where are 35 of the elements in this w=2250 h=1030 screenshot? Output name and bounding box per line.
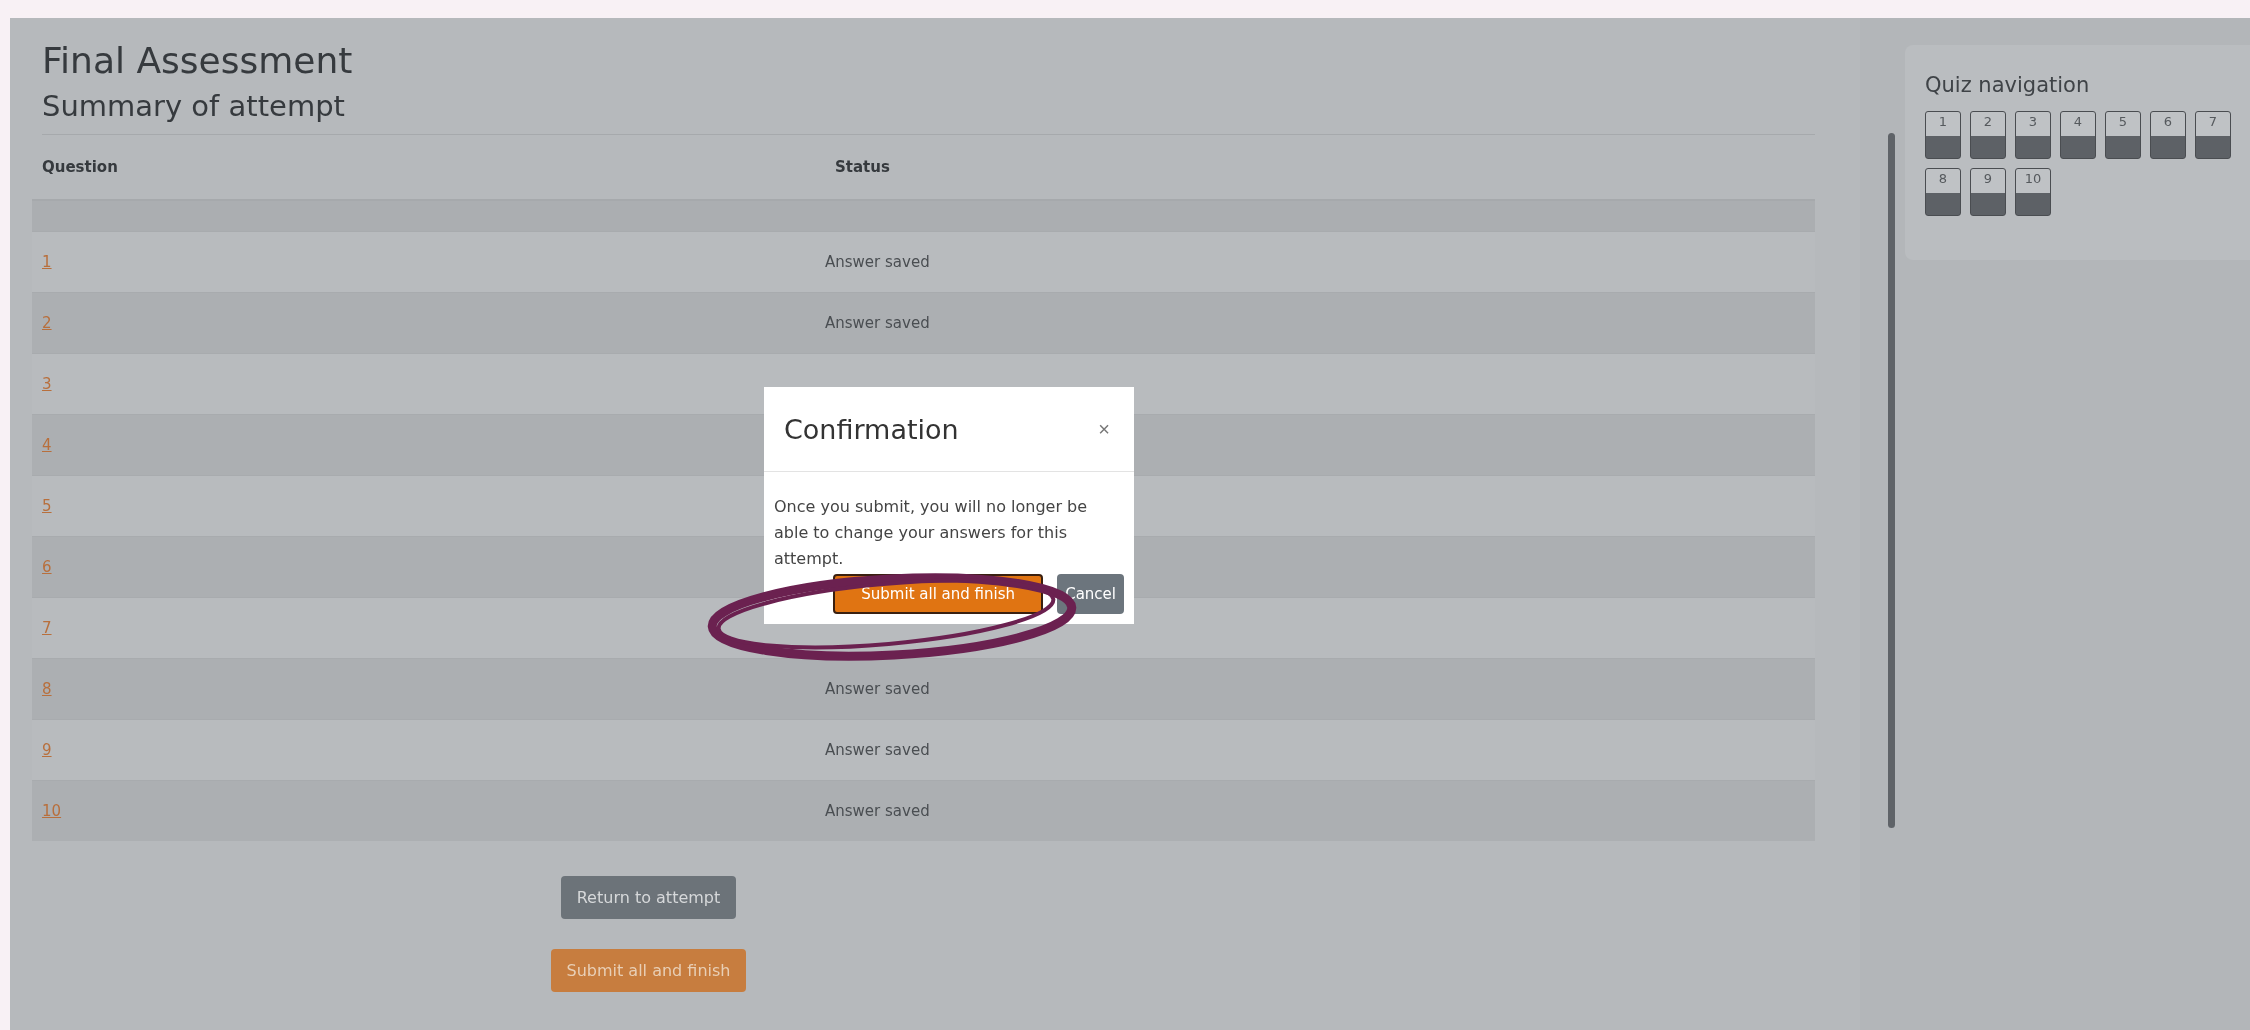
status-text: Answer saved [825, 741, 931, 759]
modal-title: Confirmation [784, 413, 959, 445]
return-button[interactable]: Return to attempt [560, 876, 737, 919]
question-button[interactable]: 5 [2105, 111, 2141, 159]
submit-button[interactable]: Submit all and finish [550, 949, 747, 992]
question-button[interactable]: 7 [2195, 111, 2231, 159]
question-link[interactable]: 9 [42, 741, 52, 759]
question-button[interactable]: 10 [2015, 168, 2051, 216]
question-button[interactable]: 1 [1925, 111, 1961, 159]
question-link[interactable]: 7 [42, 619, 52, 637]
panel-title: Quiz navigation [1925, 73, 2091, 97]
question-link[interactable]: 4 [42, 436, 52, 454]
question-link[interactable]: 2 [42, 314, 52, 332]
modal-message: Once you submit, you will no longer be able to change your answers for this attempt. [773, 496, 1089, 570]
question-link[interactable]: 3 [42, 375, 52, 393]
column-header: Question [41, 158, 119, 176]
question-button[interactable]: 4 [2060, 111, 2096, 159]
question-link[interactable]: 8 [42, 680, 52, 698]
question-button[interactable]: 2 [1970, 111, 2006, 159]
page-title: Final Assessment [42, 39, 354, 83]
status-text: Answer saved [825, 253, 931, 271]
question-link[interactable]: 1 [42, 253, 52, 271]
status-text: Answer saved [825, 802, 931, 820]
scrollbar[interactable] [1888, 133, 1895, 828]
question-button[interactable]: 6 [2150, 111, 2186, 159]
question-button[interactable]: 3 [2015, 111, 2051, 159]
status-text: Answer saved [825, 680, 931, 698]
question-link[interactable]: 6 [42, 558, 52, 576]
question-button[interactable]: 8 [1925, 168, 1961, 216]
question-link[interactable]: 10 [42, 802, 62, 820]
section-heading: Summary of attempt [42, 86, 1815, 135]
question-button[interactable]: 9 [1970, 168, 2006, 216]
column-header: Status [834, 158, 891, 176]
question-link[interactable]: 5 [42, 497, 52, 515]
status-text: Answer saved [825, 314, 931, 332]
